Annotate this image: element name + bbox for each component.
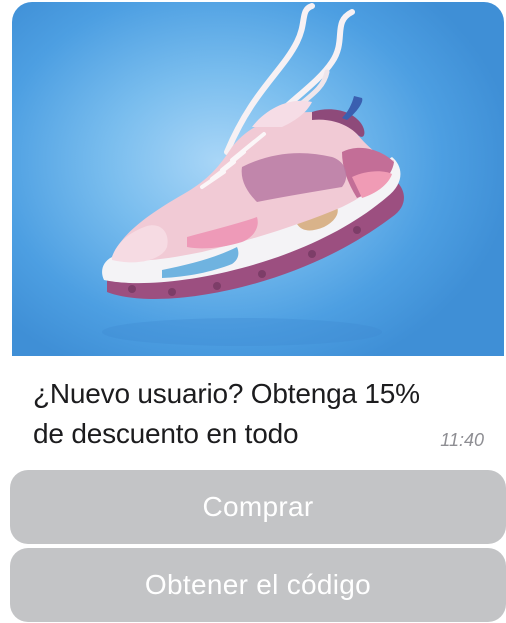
sneaker-product-image[interactable] (12, 2, 504, 356)
sneaker-illustration (102, 3, 404, 346)
promo-message-line-2: de descuento en todo (33, 418, 299, 449)
promo-message-bubble: ¿Nuevo usuario? Obtenga 15% de descuento… (12, 2, 504, 462)
promo-message-line-1: ¿Nuevo usuario? Obtenga 15% (33, 378, 420, 409)
message-timestamp: 11:40 (440, 430, 484, 450)
buy-button[interactable]: Comprar (10, 470, 506, 544)
promo-message-text: ¿Nuevo usuario? Obtenga 15% de descuento… (33, 374, 483, 454)
chat-screen: ¿Nuevo usuario? Obtenga 15% de descuento… (0, 0, 506, 623)
get-code-button[interactable]: Obtener el código (10, 548, 506, 622)
